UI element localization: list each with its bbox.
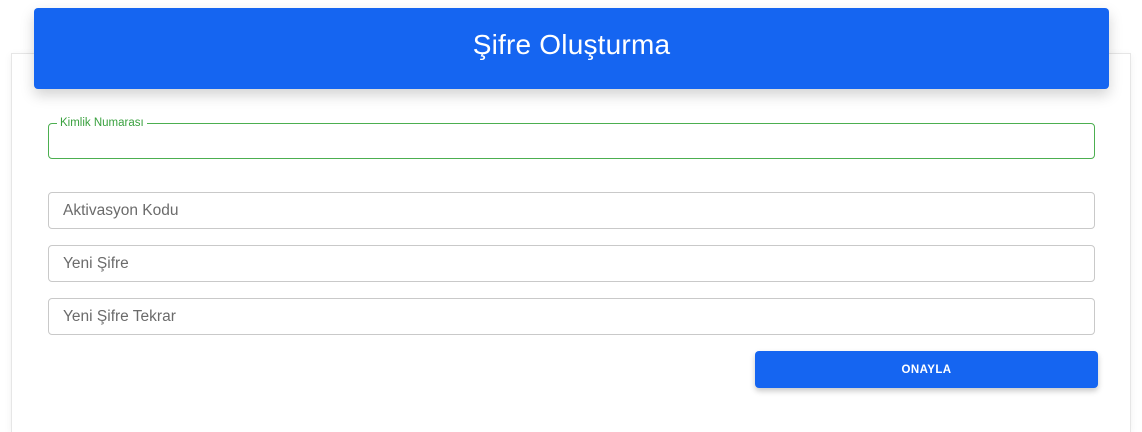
- form-header: Şifre Oluşturma: [34, 8, 1109, 89]
- yeni-sifre-tekrar-field[interactable]: [48, 298, 1095, 335]
- yeni-sifre-tekrar-input[interactable]: [49, 299, 1094, 334]
- aktivasyon-kodu-field[interactable]: [48, 192, 1095, 229]
- kimlik-numarasi-input[interactable]: [61, 143, 1082, 165]
- aktivasyon-kodu-input[interactable]: [49, 193, 1094, 228]
- kimlik-numarasi-label: Kimlik Numarası: [60, 117, 144, 129]
- yeni-sifre-field[interactable]: [48, 245, 1095, 282]
- yeni-sifre-input[interactable]: [49, 246, 1094, 281]
- onayla-button[interactable]: ONAYLA: [755, 351, 1098, 388]
- page-title: Şifre Oluşturma: [472, 28, 671, 60]
- kimlik-numarasi-field[interactable]: Kimlik Numarası: [48, 117, 1095, 165]
